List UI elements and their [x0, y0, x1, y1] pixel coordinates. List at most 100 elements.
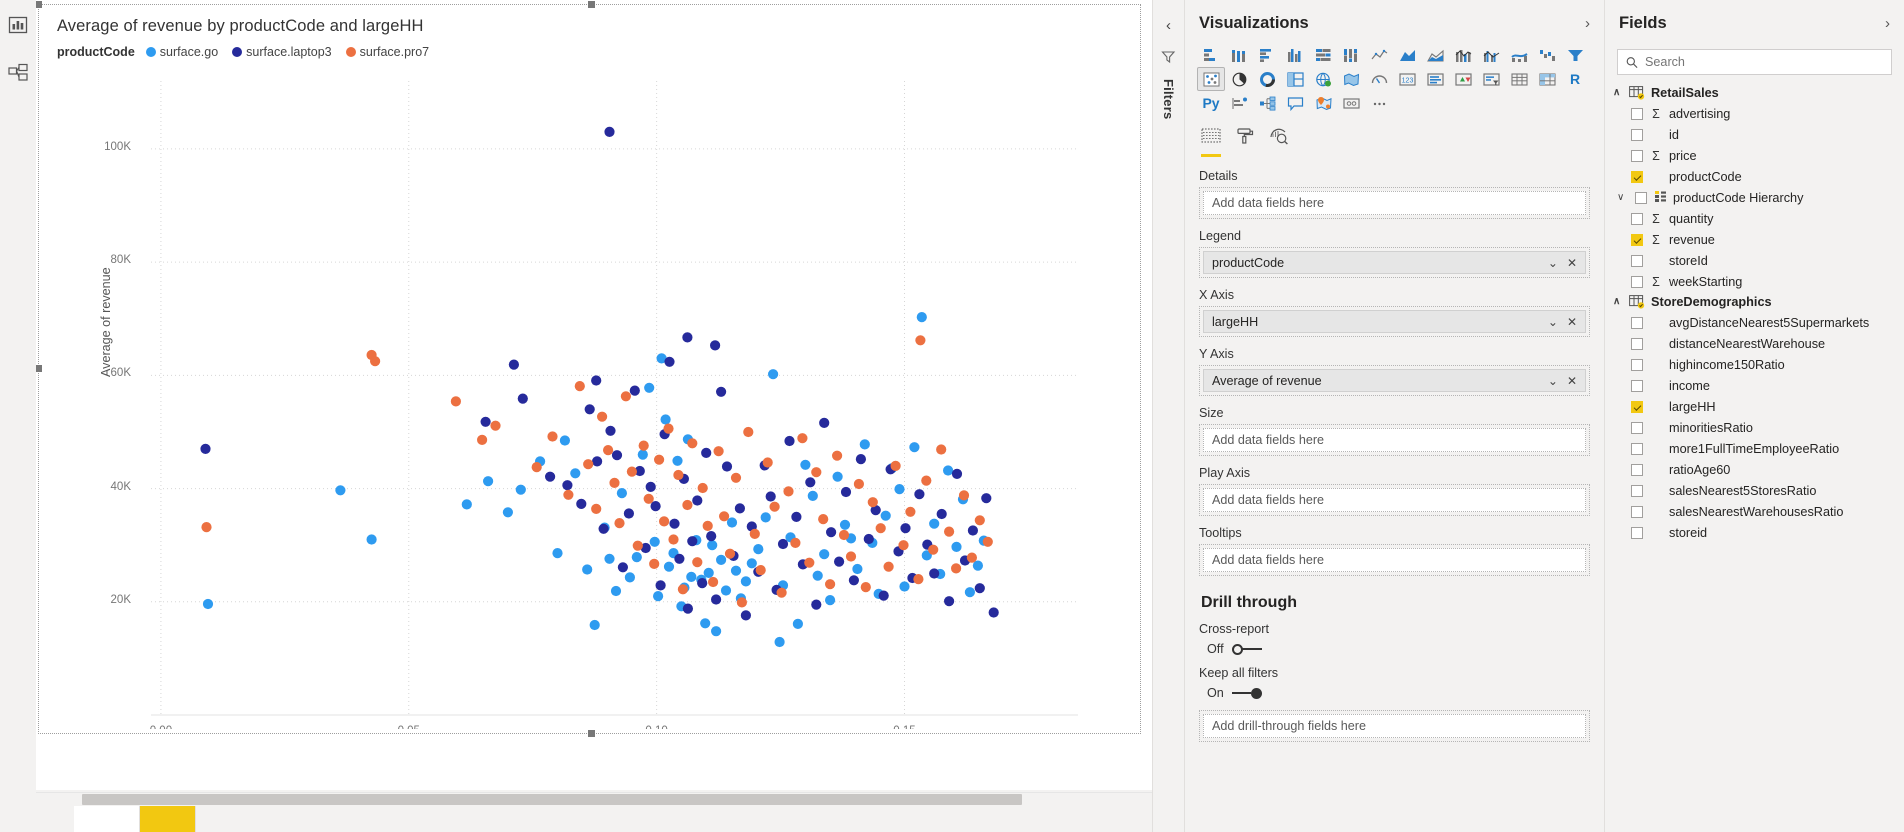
arcgis-maps-icon[interactable] — [1309, 91, 1337, 115]
field-checkbox-more1FullTimeEmployeeRatio[interactable] — [1631, 442, 1643, 455]
field-row-weekStarting[interactable]: ΣweekStarting — [1605, 271, 1904, 292]
well-x-axis[interactable]: largeHH ⌄ ✕ — [1203, 310, 1586, 333]
well-size[interactable]: Add data fields here — [1203, 428, 1586, 452]
report-view-icon[interactable] — [5, 12, 31, 38]
well-dropzone-tooltips[interactable]: Add data fields here — [1199, 544, 1590, 576]
field-row-advertising[interactable]: Σadvertising — [1605, 103, 1904, 124]
filter-icon[interactable] — [1161, 49, 1176, 69]
canvas-horizontal-scrollbar[interactable] — [36, 792, 1152, 806]
clustered-column-chart-icon[interactable] — [1281, 43, 1309, 67]
well-remove-icon[interactable]: ✕ — [1567, 257, 1577, 269]
field-checkbox-storeid[interactable] — [1631, 526, 1643, 539]
drill-through-well[interactable]: Add drill-through fields here — [1203, 714, 1586, 738]
filters-expand-chevron-icon[interactable]: ‹ — [1166, 18, 1171, 33]
page-tab-active[interactable] — [140, 806, 196, 832]
field-row-quantity[interactable]: Σquantity — [1605, 208, 1904, 229]
waterfall-chart-icon[interactable] — [1533, 43, 1561, 67]
field-row-revenue[interactable]: Σrevenue — [1605, 229, 1904, 250]
treemap-icon[interactable] — [1281, 67, 1309, 91]
legend-item-surface-pro7[interactable]: surface.pro7 — [345, 45, 429, 59]
field-row-avgDistanceNearest5Supermarkets[interactable]: avgDistanceNearest5Supermarkets — [1605, 312, 1904, 333]
well-dropzone-details[interactable]: Add data fields here — [1199, 187, 1590, 219]
donut-chart-icon[interactable] — [1253, 67, 1281, 91]
resize-handle-bottom-center[interactable] — [588, 730, 595, 737]
resize-handle-top-left[interactable] — [36, 1, 42, 8]
field-row-distanceNearestWarehouse[interactable]: distanceNearestWarehouse — [1605, 333, 1904, 354]
fields-search-box[interactable] — [1617, 49, 1892, 75]
filters-pane-collapsed[interactable]: ‹ Filters — [1152, 0, 1184, 832]
report-page[interactable]: Average of revenue by productCode and la… — [36, 0, 1152, 790]
key-influencers-icon[interactable] — [1225, 91, 1253, 115]
field-row-id[interactable]: id — [1605, 124, 1904, 145]
field-checkbox-ratioAge60[interactable] — [1631, 463, 1643, 476]
kpi-icon[interactable] — [1449, 67, 1477, 91]
field-checkbox-quantity[interactable] — [1631, 212, 1643, 225]
stacked-column-chart-icon[interactable] — [1225, 43, 1253, 67]
field-checkbox-revenue[interactable] — [1631, 233, 1643, 246]
filters-pane-label[interactable]: Filters — [1161, 79, 1176, 119]
more-options-icon[interactable] — [1365, 91, 1393, 115]
visualization-type-gallery[interactable]: 123 R Py — [1185, 43, 1604, 117]
field-row-storeId[interactable]: storeId — [1605, 250, 1904, 271]
scatter-chart-icon[interactable] — [1197, 67, 1225, 91]
well-play-axis[interactable]: Add data fields here — [1203, 488, 1586, 512]
area-chart-icon[interactable] — [1393, 43, 1421, 67]
plot-area[interactable]: Average of revenue largeHH 20K40K60K80K1… — [43, 67, 1136, 729]
field-checkbox-weekStarting[interactable] — [1631, 275, 1643, 288]
field-checkbox-advertising[interactable] — [1631, 107, 1643, 120]
table-icon[interactable] — [1505, 67, 1533, 91]
field-checkbox-price[interactable] — [1631, 149, 1643, 162]
well-dropdown-chevron-icon[interactable]: ⌄ — [1548, 375, 1558, 387]
well-remove-icon[interactable]: ✕ — [1567, 316, 1577, 328]
line-chart-icon[interactable] — [1365, 43, 1393, 67]
python-visual-icon[interactable]: Py — [1197, 91, 1225, 115]
qna-icon[interactable] — [1281, 91, 1309, 115]
field-checkbox-minoritiesRatio[interactable] — [1631, 421, 1643, 434]
100-stacked-bar-chart-icon[interactable] — [1309, 43, 1337, 67]
stacked-bar-chart-icon[interactable] — [1197, 43, 1225, 67]
field-checkbox-id[interactable] — [1631, 128, 1643, 141]
filled-map-icon[interactable] — [1337, 67, 1365, 91]
page-tab-blank-left[interactable] — [74, 806, 140, 832]
canvas-scroll-thumb[interactable] — [82, 794, 1022, 805]
field-row-largeHH[interactable]: largeHH — [1605, 396, 1904, 417]
card-icon[interactable]: 123 — [1393, 67, 1421, 91]
well-dropdown-chevron-icon[interactable]: ⌄ — [1548, 316, 1558, 328]
pie-chart-icon[interactable] — [1225, 67, 1253, 91]
resize-handle-middle-left[interactable] — [36, 365, 42, 372]
well-tooltips[interactable]: Add data fields here — [1203, 548, 1586, 572]
decomposition-tree-icon[interactable] — [1253, 91, 1281, 115]
field-row-minoritiesRatio[interactable]: minoritiesRatio — [1605, 417, 1904, 438]
field-checkbox-avgDistanceNearest5Supermarkets[interactable] — [1631, 316, 1643, 329]
hierarchy-expand-chevron-icon[interactable]: ∨ — [1617, 192, 1627, 203]
fields-table-storedemographics[interactable]: ∧ StoreDemographics — [1605, 292, 1904, 312]
fields-table-retailsales[interactable]: ∧ RetailSales — [1605, 83, 1904, 103]
resize-handle-top-center[interactable] — [588, 1, 595, 8]
multi-row-card-icon[interactable] — [1421, 67, 1449, 91]
slicer-icon[interactable] — [1477, 67, 1505, 91]
field-checkbox-productCode[interactable] — [1631, 170, 1643, 183]
field-row-income[interactable]: income — [1605, 375, 1904, 396]
gauge-icon[interactable] — [1365, 67, 1393, 91]
funnel-chart-icon[interactable] — [1561, 43, 1589, 67]
field-checkbox-salesNearestWarehousesRatio[interactable] — [1631, 505, 1643, 518]
line-clustered-column-chart-icon[interactable] — [1477, 43, 1505, 67]
field-row-ratioAge60[interactable]: ratioAge60 — [1605, 459, 1904, 480]
ribbon-chart-icon[interactable] — [1505, 43, 1533, 67]
well-dropzone-play-axis[interactable]: Add data fields here — [1199, 484, 1590, 516]
field-checkbox-largeHH[interactable] — [1631, 400, 1643, 413]
field-row-price[interactable]: Σprice — [1605, 145, 1904, 166]
visualizations-collapse-chevron-icon[interactable]: › — [1585, 15, 1590, 32]
field-checkbox-highincome150Ratio[interactable] — [1631, 358, 1643, 371]
well-remove-icon[interactable]: ✕ — [1567, 375, 1577, 387]
paginated-report-icon[interactable] — [1337, 91, 1365, 115]
field-row-highincome150Ratio[interactable]: highincome150Ratio — [1605, 354, 1904, 375]
field-row-salesNearest5StoresRatio[interactable]: salesNearest5StoresRatio — [1605, 480, 1904, 501]
stacked-area-chart-icon[interactable] — [1421, 43, 1449, 67]
map-icon[interactable] — [1309, 67, 1337, 91]
table-expand-chevron-icon[interactable]: ∧ — [1613, 88, 1623, 98]
well-dropzone-size[interactable]: Add data fields here — [1199, 424, 1590, 456]
field-checkbox-salesNearest5StoresRatio[interactable] — [1631, 484, 1643, 497]
legend-item-surface-laptop3[interactable]: surface.laptop3 — [232, 45, 332, 59]
well-legend[interactable]: productCode ⌄ ✕ — [1203, 251, 1586, 274]
